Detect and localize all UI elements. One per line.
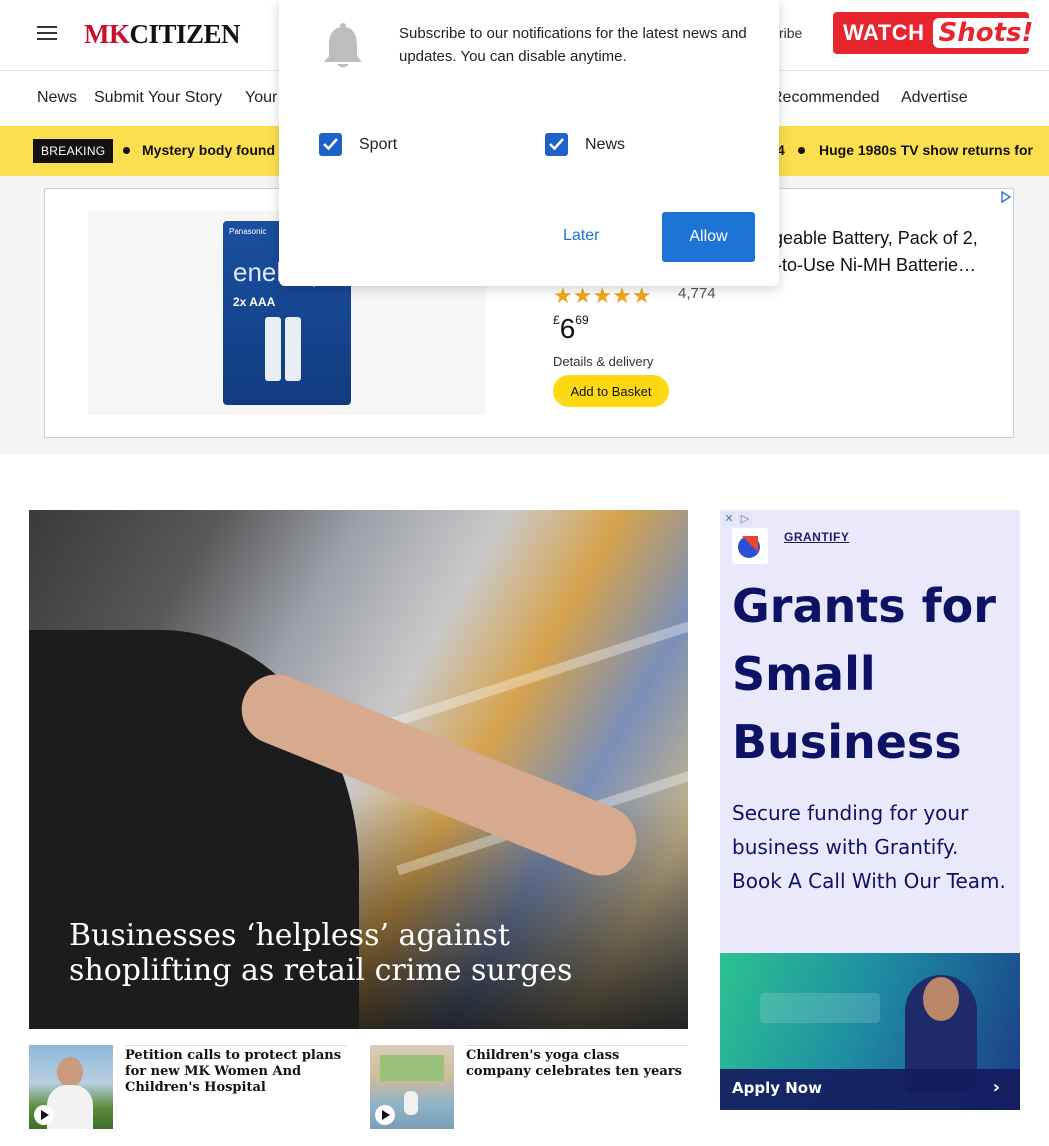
allow-button[interactable]: Allow bbox=[662, 212, 755, 262]
product-title-line: y-to-Use Ni-MH Batterie… bbox=[767, 255, 977, 275]
hero-story[interactable]: Businesses ‘helpless’ against shopliftin… bbox=[29, 510, 688, 1029]
close-ad-icon[interactable]: ✕ bbox=[722, 512, 736, 526]
notification-message: Subscribe to our notifications for the l… bbox=[399, 25, 747, 65]
add-to-basket-button[interactable]: Add to Basket bbox=[553, 375, 669, 407]
shots-label: Shots! bbox=[932, 18, 1040, 48]
logo-citizen: CITIZEN bbox=[129, 19, 241, 49]
hero-headline[interactable]: Businesses ‘helpless’ against shopliftin… bbox=[69, 918, 629, 988]
apply-now-button[interactable]: Apply Now › bbox=[720, 1069, 1020, 1110]
chevron-right-icon: › bbox=[992, 1077, 1000, 1098]
nav-item-news[interactable]: News bbox=[37, 89, 77, 107]
ticker-item[interactable]: Mystery body found bbox=[142, 142, 275, 158]
bell-icon bbox=[324, 23, 362, 68]
check-icon bbox=[549, 138, 564, 151]
grantify-ad[interactable]: ✕ ▷ GRANTIFY Grants for Small Business S… bbox=[720, 510, 1020, 1110]
decor-panel bbox=[760, 993, 880, 1023]
story-title[interactable]: Children's yoga class company celebrates… bbox=[466, 1045, 688, 1080]
battery-cell bbox=[285, 317, 301, 381]
nav-item-advertise[interactable]: Advertise bbox=[901, 89, 968, 107]
product-title-line: rgeable Battery, Pack of 2, bbox=[767, 228, 978, 248]
sport-checkbox[interactable] bbox=[319, 133, 342, 156]
nav-item-submit-your-story[interactable]: Submit Your Story bbox=[94, 89, 222, 107]
story-title[interactable]: Petition calls to protect plans for new … bbox=[125, 1045, 347, 1096]
pack-aaa: 2x AAA bbox=[233, 295, 276, 309]
play-icon[interactable] bbox=[34, 1105, 54, 1125]
rating-count[interactable]: 4,774 bbox=[678, 285, 716, 302]
price-currency: £ bbox=[553, 313, 560, 327]
ticker-dot bbox=[798, 147, 805, 154]
price-pence: 69 bbox=[575, 313, 589, 327]
notification-prompt: Subscribe to our notifications for the l… bbox=[279, 0, 779, 286]
menu-icon[interactable] bbox=[37, 26, 57, 42]
story-thumbnail[interactable] bbox=[370, 1045, 454, 1129]
adchoices-icon[interactable] bbox=[1000, 191, 1012, 203]
grantify-logo-icon bbox=[738, 536, 760, 558]
product-price: £669 bbox=[553, 313, 589, 345]
news-checkbox[interactable] bbox=[545, 133, 568, 156]
rating-stars: ★★★★★ bbox=[553, 283, 652, 308]
person-face bbox=[923, 977, 959, 1021]
breaking-label: BREAKING bbox=[33, 139, 114, 163]
grantify-logo bbox=[732, 528, 768, 564]
ticker-dot bbox=[123, 147, 130, 154]
watch-shots-button[interactable]: WATCH Shots! bbox=[833, 12, 1040, 54]
adchoices-icon[interactable]: ▷ bbox=[738, 512, 752, 526]
ticker-item[interactable]: Huge 1980s TV show returns for bbox=[819, 142, 1033, 158]
battery-cell bbox=[265, 317, 281, 381]
check-icon bbox=[323, 138, 338, 151]
grantify-brand[interactable]: GRANTIFY bbox=[784, 530, 849, 544]
product-title[interactable]: rgeable Battery, Pack of 2, y-to-Use Ni-… bbox=[767, 225, 978, 279]
child-figure bbox=[404, 1091, 418, 1115]
ad-controls: ✕ ▷ bbox=[722, 512, 752, 526]
grantify-headline: Grants for Small Business bbox=[732, 579, 996, 769]
price-main: 6 bbox=[559, 313, 576, 344]
nav-item-your[interactable]: Your bbox=[245, 89, 277, 107]
pack-brand: Panasonic bbox=[229, 227, 267, 236]
wall-art bbox=[380, 1055, 444, 1081]
later-button[interactable]: Later bbox=[563, 227, 599, 245]
sport-label[interactable]: Sport bbox=[359, 136, 397, 154]
grantify-body: Secure funding for your business with Gr… bbox=[732, 801, 1006, 893]
person-body bbox=[47, 1085, 93, 1129]
watch-label: WATCH bbox=[843, 20, 925, 45]
story-card[interactable]: Children's yoga class company celebrates… bbox=[370, 1045, 688, 1129]
play-icon[interactable] bbox=[375, 1105, 395, 1125]
apply-now-label: Apply Now bbox=[732, 1079, 822, 1097]
nav-item-recommended[interactable]: Recommended bbox=[771, 89, 880, 107]
site-logo[interactable]: MKCITIZEN bbox=[84, 19, 241, 50]
shelf-decoration bbox=[356, 611, 688, 739]
logo-mk: MK bbox=[84, 19, 130, 49]
story-thumbnail[interactable] bbox=[29, 1045, 113, 1129]
person-head bbox=[57, 1057, 83, 1087]
story-card[interactable]: Petition calls to protect plans for new … bbox=[29, 1045, 347, 1129]
news-label[interactable]: News bbox=[585, 136, 625, 154]
details-delivery-link[interactable]: Details & delivery bbox=[553, 354, 653, 369]
